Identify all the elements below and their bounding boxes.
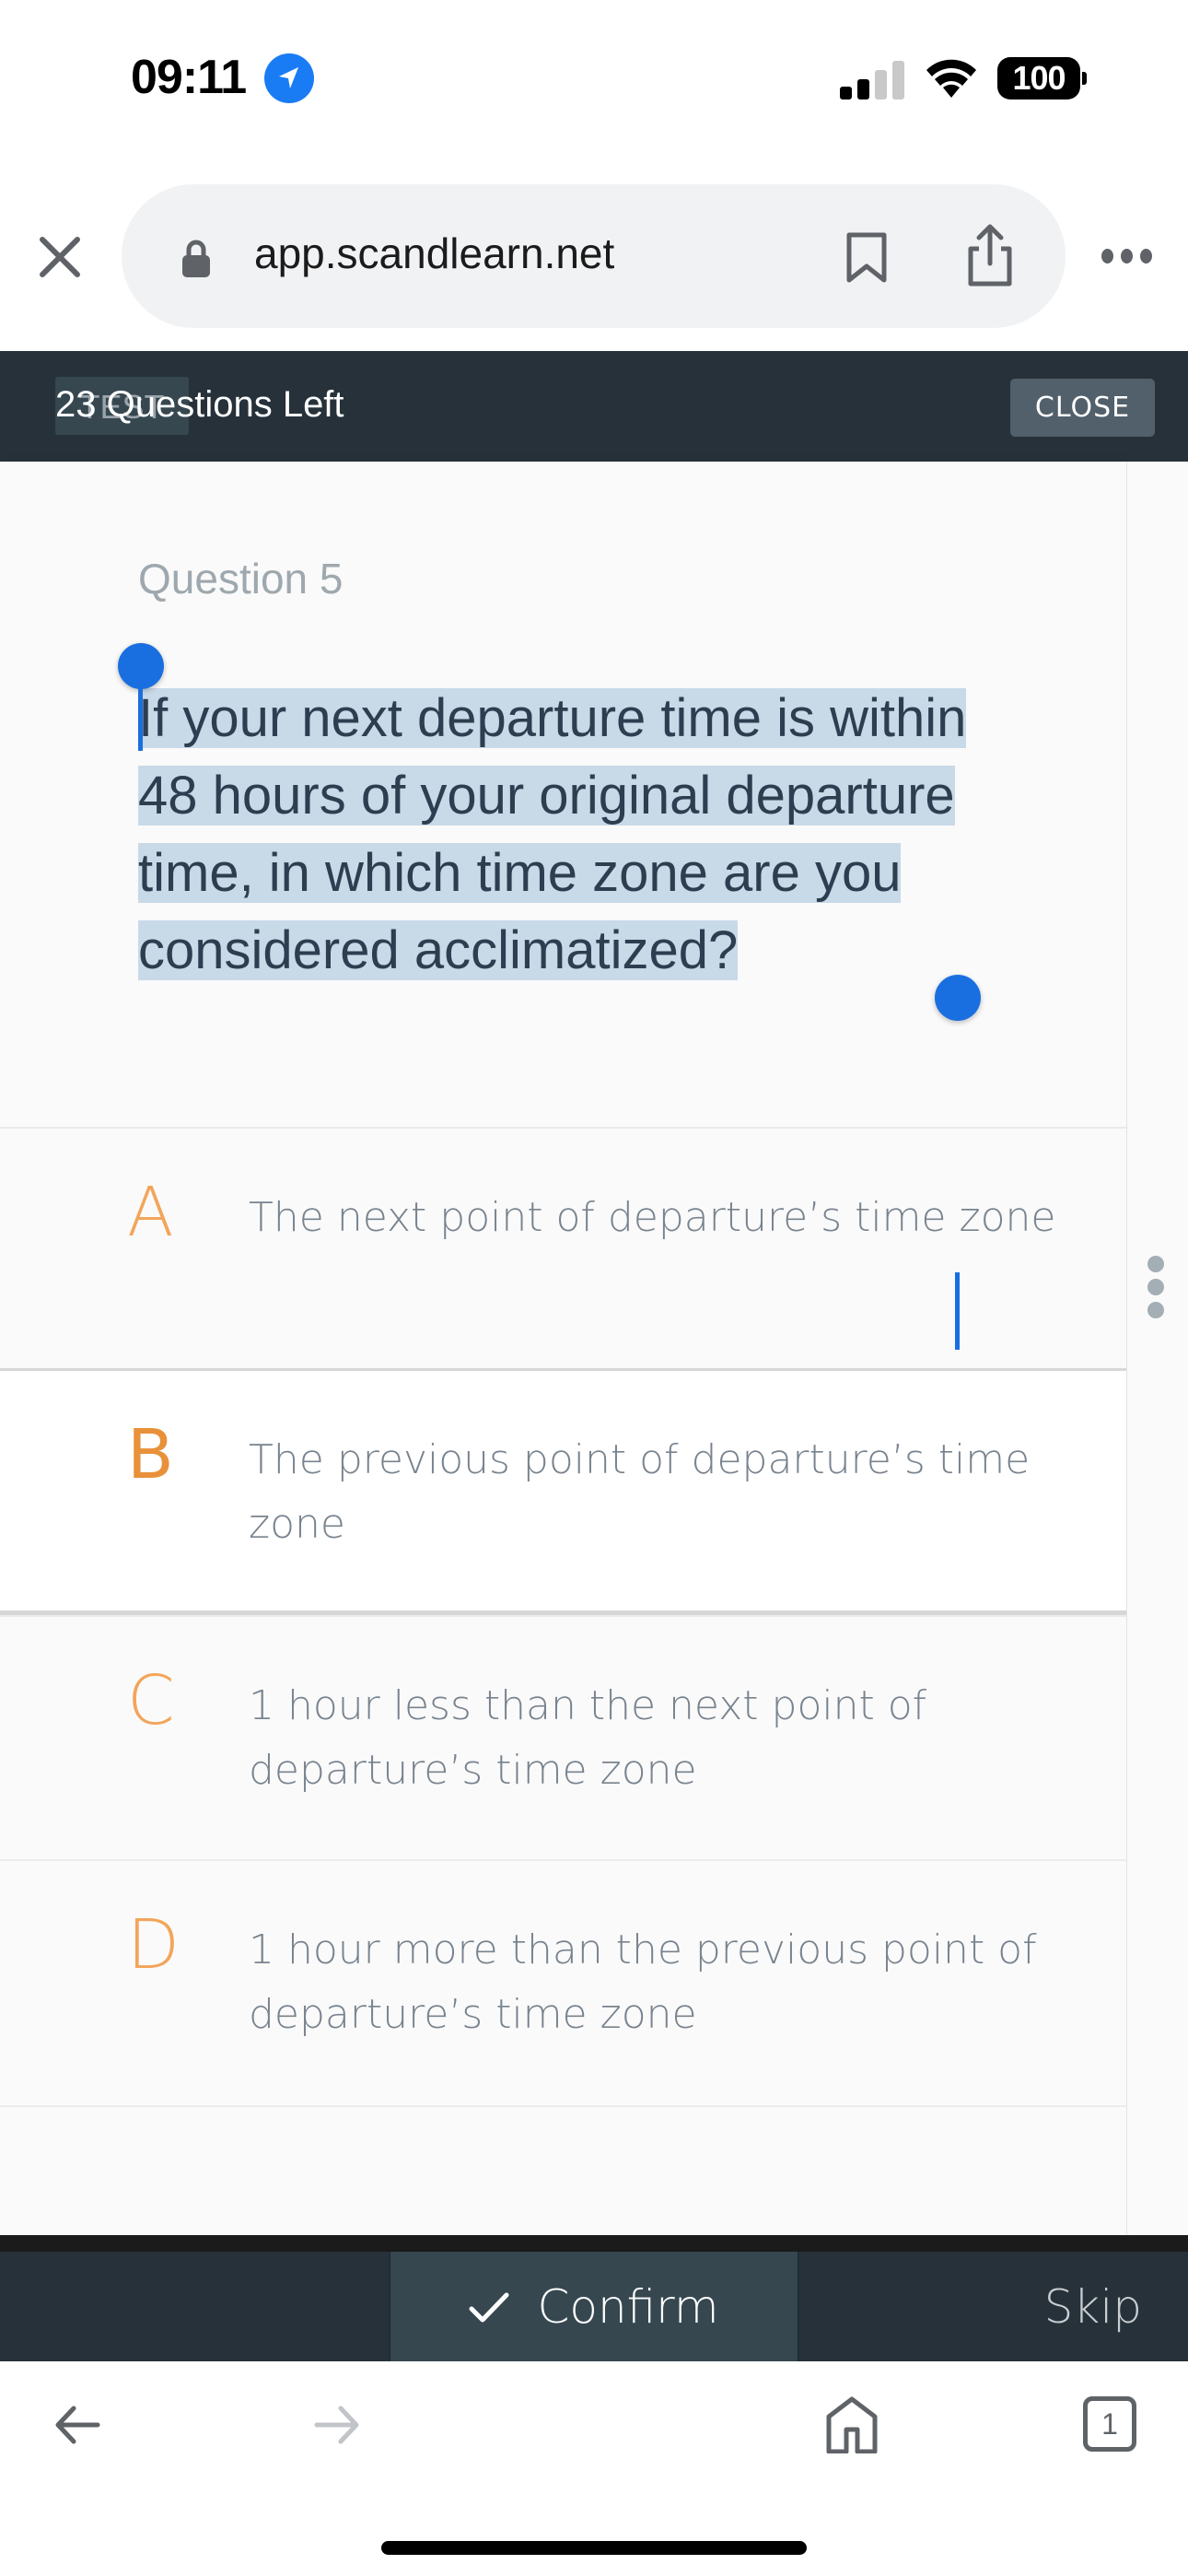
home-indicator (381, 2541, 807, 2555)
cellular-signal-icon (840, 61, 904, 100)
close-quiz-button[interactable]: CLOSE (1010, 379, 1155, 437)
url-bar[interactable]: app.scandlearn.net (122, 184, 1066, 328)
battery-tip (1082, 72, 1087, 85)
quiz-header: TEST 23 Questions Left CLOSE (0, 351, 1188, 462)
wifi-icon (926, 59, 976, 98)
answer-option-a[interactable]: A The next point of departure’s time zon… (0, 1127, 1126, 1370)
option-letter: B (127, 1415, 174, 1494)
share-icon[interactable] (966, 223, 1014, 287)
question-number: Question 5 (138, 555, 344, 603)
side-drawer (1126, 462, 1188, 2235)
location-arrow-icon (264, 53, 314, 103)
skip-button[interactable]: Skip (976, 2252, 1142, 2361)
answer-option-d[interactable]: D 1 hour more than the previous point of… (0, 1859, 1126, 2107)
option-letter: A (127, 1173, 174, 1252)
questions-left-counter: 23 Questions Left (55, 384, 344, 425)
check-icon (469, 2292, 509, 2322)
bookmark-icon[interactable] (845, 232, 888, 284)
tabs-button[interactable]: 1 (1083, 2396, 1136, 2452)
status-bar: 09:11 100 (0, 0, 1188, 157)
battery-indicator: 100 (997, 57, 1080, 100)
question-text-block: If your next departure time is within 48… (138, 680, 995, 989)
confirm-label: Confirm (537, 2279, 719, 2334)
selection-end-handle[interactable] (935, 975, 981, 1021)
confirm-button[interactable]: Confirm (390, 2252, 798, 2361)
option-text: The next point of departure’s time zone (249, 1194, 1056, 1241)
arrow-left-icon[interactable] (53, 2404, 101, 2446)
close-icon[interactable] (37, 234, 83, 280)
url-text[interactable]: app.scandlearn.net (254, 228, 614, 278)
home-icon[interactable] (824, 2396, 879, 2453)
arrow-right-icon (314, 2406, 359, 2444)
status-time: 09:11 (131, 51, 247, 104)
option-text: The previous point of departure’s time z… (249, 1436, 1031, 1548)
option-text: 1 hour more than the previous point of d… (249, 1926, 1037, 2038)
option-text: 1 hour less than the next point of depar… (249, 1682, 927, 1794)
selection-start-caret (138, 673, 143, 751)
answer-option-c[interactable]: C 1 hour less than the next point of dep… (0, 1615, 1126, 1861)
answer-option-b[interactable]: B The previous point of departure’s time… (0, 1368, 1126, 1615)
question-text[interactable]: If your next departure time is within 48… (138, 688, 967, 980)
lock-icon (182, 240, 210, 277)
option-letter: C (127, 1661, 175, 1740)
action-bar-divider (0, 2235, 1188, 2252)
question-panel: Question 5 If your next departure time i… (0, 462, 1126, 2235)
more-horizontal-icon[interactable] (1101, 249, 1155, 265)
more-vertical-icon[interactable] (1147, 1256, 1166, 1320)
action-bar: Confirm Skip (0, 2252, 1188, 2361)
option-letter: D (127, 1905, 180, 1985)
